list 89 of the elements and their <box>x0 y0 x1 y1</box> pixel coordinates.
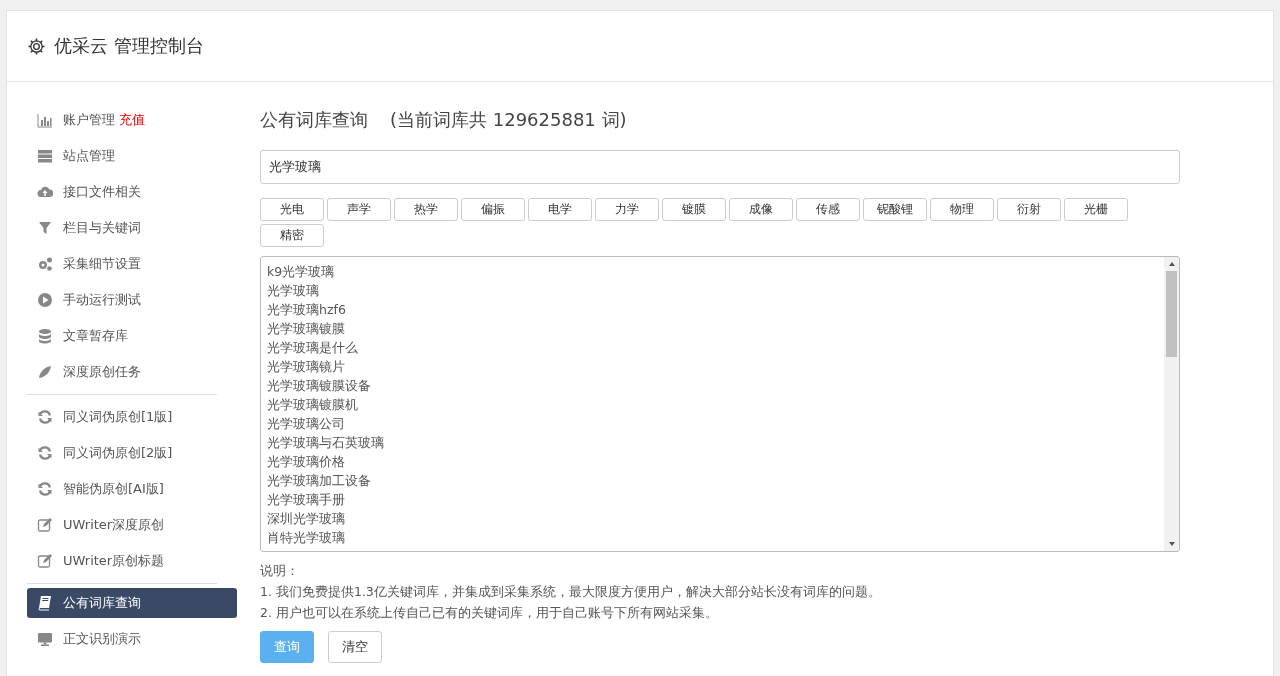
recharge-link[interactable]: 充值 <box>119 111 145 129</box>
result-item[interactable]: 光学玻璃价格 <box>267 452 1158 471</box>
sidebar-item[interactable]: 同义词伪原创[2版] <box>27 435 237 471</box>
sidebar-label: 手动运行测试 <box>63 291 141 309</box>
tag-button[interactable]: 镀膜 <box>662 198 726 221</box>
sidebar-label: 采集细节设置 <box>63 255 141 273</box>
result-item[interactable]: 光学玻璃公司 <box>267 414 1158 433</box>
result-item[interactable]: 光学玻璃镀膜设备 <box>267 376 1158 395</box>
edit-icon <box>37 517 53 533</box>
sidebar-label: UWriter深度原创 <box>63 516 165 534</box>
bar-chart-icon <box>37 112 53 128</box>
refresh-icon <box>37 445 53 461</box>
gears-icon <box>37 256 53 272</box>
tag-button[interactable]: 传感 <box>796 198 860 221</box>
page-title: 公有词库查询 <box>260 108 368 132</box>
result-item[interactable]: 光学玻璃镀膜机 <box>267 395 1158 414</box>
result-item[interactable]: 光学玻璃镜片 <box>267 357 1158 376</box>
notes-heading: 说明： <box>260 562 300 580</box>
refresh-icon <box>37 409 53 425</box>
console-title: 优采云 管理控制台 <box>54 34 204 58</box>
sidebar-item[interactable]: UWriter原创标题 <box>27 543 237 579</box>
sidebar-label: 栏目与关键词 <box>63 219 141 237</box>
play-icon <box>37 292 53 308</box>
sidebar-item[interactable]: 站点管理 <box>27 138 237 174</box>
sidebar-item[interactable]: 手动运行测试 <box>27 282 237 318</box>
scrollbar-thumb[interactable] <box>1166 271 1177 357</box>
book-icon <box>37 595 53 611</box>
sidebar-label: 深度原创任务 <box>63 363 141 381</box>
tag-button[interactable]: 铌酸锂 <box>863 198 927 221</box>
result-item[interactable]: 深圳光学玻璃 <box>267 509 1158 528</box>
clear-button[interactable]: 清空 <box>328 631 382 663</box>
result-item[interactable]: k9光学玻璃 <box>267 262 1158 281</box>
result-item[interactable]: 光学玻璃是什么 <box>267 338 1158 357</box>
sidebar-item[interactable]: 同义词伪原创[1版] <box>27 399 237 435</box>
result-item[interactable]: 光学玻璃 <box>267 281 1158 300</box>
tag-button[interactable]: 物理 <box>930 198 994 221</box>
tag-button[interactable]: 声学 <box>327 198 391 221</box>
monitor-icon <box>37 631 53 647</box>
sidebar-label: 公有词库查询 <box>63 594 141 612</box>
sidebar-label: UWriter原创标题 <box>63 552 165 570</box>
sidebar-item[interactable]: 采集细节设置 <box>27 246 237 282</box>
scrollbar[interactable] <box>1164 257 1179 551</box>
sidebar-label: 正文识别演示 <box>63 630 141 648</box>
result-item[interactable]: 光学玻璃加工设备 <box>267 471 1158 490</box>
search-field[interactable]: 光学玻璃 <box>260 150 1180 184</box>
tag-button[interactable]: 成像 <box>729 198 793 221</box>
result-item[interactable]: 光学玻璃镀膜 <box>267 319 1158 338</box>
sidebar-item[interactable]: 正文识别演示 <box>27 621 237 657</box>
results-list[interactable]: k9光学玻璃 光学玻璃 光学玻璃hzf6 光学玻璃镀膜 光学玻璃是什么 光学玻璃镜片 光学玻璃镀膜设备 光学玻璃镀膜机 光学玻璃公司 光学玻璃与石英玻璃 光学玻璃价格 光学玻璃加工设备 光学玻璃手册 深圳光学玻璃 肖特光学玻璃 <box>260 256 1180 552</box>
scroll-down-icon[interactable] <box>1167 540 1176 548</box>
server-icon <box>37 148 53 164</box>
cloud-upload-icon <box>37 184 53 200</box>
sidebar-item[interactable]: 接口文件相关 <box>27 174 237 210</box>
sidebar-item[interactable]: 智能伪原创[AI版] <box>27 471 237 507</box>
sidebar-label: 账户管理 <box>63 111 115 129</box>
result-item[interactable]: 光学玻璃与石英玻璃 <box>267 433 1158 452</box>
tag-button[interactable]: 光栅 <box>1064 198 1128 221</box>
sidebar-item[interactable]: 文章暂存库 <box>27 318 237 354</box>
leaf-icon <box>37 364 53 380</box>
refresh-icon <box>37 481 53 497</box>
sidebar-item[interactable]: UWriter深度原创 <box>27 507 237 543</box>
sidebar-label: 文章暂存库 <box>63 327 128 345</box>
note-text: 2. 用户也可以在系统上传自己已有的关键词库，用于自己账号下所有网站采集。 <box>260 604 719 622</box>
sidebar-label: 站点管理 <box>63 147 115 165</box>
tag-button[interactable]: 热学 <box>394 198 458 221</box>
tag-button[interactable]: 电学 <box>528 198 592 221</box>
sidebar-label: 同义词伪原创[1版] <box>63 408 173 426</box>
result-item[interactable]: 光学玻璃hzf6 <box>267 300 1158 319</box>
sidebar-item[interactable]: 公有词库查询 <box>27 588 237 618</box>
sidebar-label: 智能伪原创[AI版] <box>63 480 164 498</box>
result-item[interactable]: 肖特光学玻璃 <box>267 528 1158 547</box>
scroll-up-icon[interactable] <box>1167 260 1176 268</box>
tag-button[interactable]: 精密 <box>260 224 324 247</box>
tag-button[interactable]: 光电 <box>260 198 324 221</box>
note-text: 1. 我们免费提供1.3亿关键词库，并集成到采集系统，最大限度方便用户，解决大部分站长没有词库的问题。 <box>260 583 882 601</box>
sidebar-item[interactable]: 深度原创任务 <box>27 354 237 390</box>
word-count: (当前词库共 129625881 词) <box>390 108 627 132</box>
settings-icon <box>27 36 46 56</box>
sidebar-label: 同义词伪原创[2版] <box>63 444 173 462</box>
result-item[interactable]: 光学玻璃手册 <box>267 490 1158 509</box>
tag-button[interactable]: 衍射 <box>997 198 1061 221</box>
edit-icon <box>37 553 53 569</box>
database-icon <box>37 328 53 344</box>
sidebar-item[interactable]: 栏目与关键词 <box>27 210 237 246</box>
filter-icon <box>37 220 53 236</box>
sidebar-label: 接口文件相关 <box>63 183 141 201</box>
tag-button[interactable]: 力学 <box>595 198 659 221</box>
tag-button[interactable]: 偏振 <box>461 198 525 221</box>
sidebar-item[interactable]: 账户管理 充值 <box>27 102 237 138</box>
